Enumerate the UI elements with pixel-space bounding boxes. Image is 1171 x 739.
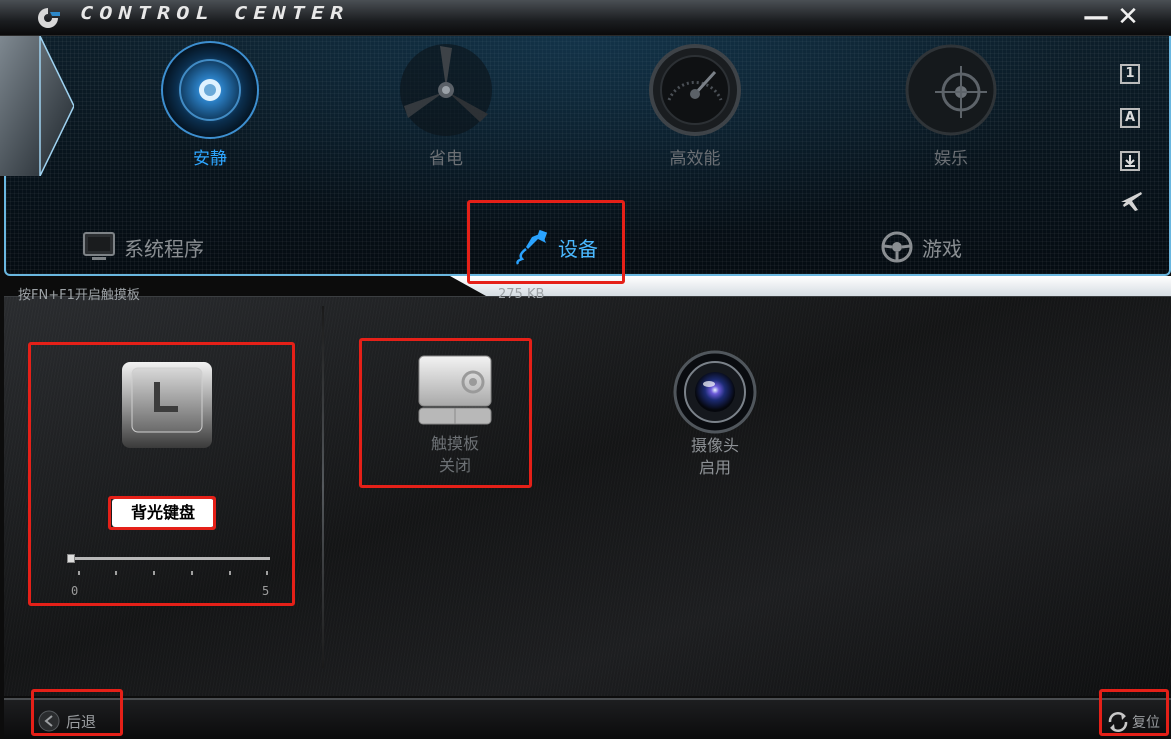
device-state: 关闭: [438, 456, 471, 475]
speaker-icon: [161, 41, 259, 139]
refresh-icon: [1108, 712, 1128, 732]
touchpad-hint: 按FN+F1开启触摸板: [18, 288, 140, 303]
camera-icon: [673, 350, 757, 434]
download-icon[interactable]: [1120, 151, 1140, 171]
back-button[interactable]: 后退: [38, 710, 96, 732]
device-name: 摄像头: [690, 436, 739, 455]
reset-button[interactable]: 复位: [1106, 710, 1160, 734]
tab-system-programs[interactable]: 系统程序: [82, 224, 204, 270]
profile-a-icon[interactable]: A: [1120, 108, 1140, 128]
devices-content-panel: [4, 296, 1171, 696]
close-button[interactable]: ✕: [1115, 2, 1141, 32]
slider-max-label: 5: [262, 584, 270, 598]
minimize-button[interactable]: —: [1083, 2, 1109, 32]
mode-quiet[interactable]: 安静: [150, 38, 270, 169]
tab-label: 游戏: [922, 236, 962, 261]
tab-label: 设备: [558, 236, 598, 261]
device-state: 启用: [698, 458, 731, 477]
mode-label: 安静: [193, 149, 227, 169]
slider-tick: [191, 571, 193, 575]
steering-wheel-icon: [881, 231, 913, 263]
mode-label: 高效能: [669, 149, 721, 169]
slider-tick: [266, 571, 268, 575]
title-bar: CONTROL CENTER — ✕: [0, 0, 1171, 36]
crosshair-icon: [905, 44, 997, 136]
mode-label: 省电: [429, 149, 463, 169]
tab-devices[interactable]: 设备: [512, 224, 598, 270]
left-arrow-icon[interactable]: [0, 36, 74, 176]
fan-icon: [400, 44, 492, 136]
mode-power-saving[interactable]: 省电: [386, 38, 506, 169]
app-title: CONTROL CENTER: [80, 4, 350, 24]
slider-tick: [78, 571, 80, 575]
backlight-slider-thumb[interactable]: [67, 554, 75, 563]
slider-tick: [153, 571, 155, 575]
app-logo-icon: [38, 8, 60, 28]
mode-high-performance[interactable]: 高效能: [635, 38, 755, 169]
usb-plug-icon: [516, 229, 548, 265]
device-name: 触摸板: [430, 434, 479, 453]
panel-divider: [322, 306, 324, 668]
keyboard-backlight-label: 背光键盘: [112, 499, 214, 527]
reset-label: 复位: [1132, 715, 1160, 731]
tab-label: 系统程序: [124, 236, 204, 261]
control-center-window: CONTROL CENTER — ✕ 安静 省电 高效能 娱乐 1 A 系统程序…: [0, 0, 1171, 739]
bottom-bar: [4, 698, 1171, 739]
category-tabs: 系统程序 设备 游戏: [4, 224, 1167, 274]
camera-toggle[interactable]: 摄像头 启用: [655, 350, 775, 478]
tab-games[interactable]: 游戏: [880, 224, 962, 270]
speedometer-icon: [649, 44, 741, 136]
slider-tick: [115, 571, 117, 575]
back-label: 后退: [66, 712, 97, 731]
backlight-slider-track[interactable]: [68, 557, 270, 560]
touchpad-icon: [418, 355, 492, 425]
slider-tick: [229, 571, 231, 575]
back-arrow-icon: [38, 710, 60, 732]
airplane-icon[interactable]: [1118, 188, 1144, 214]
size-label: 275 KB: [498, 287, 545, 302]
mode-entertainment[interactable]: 娱乐: [891, 38, 1011, 169]
monitor-icon: [83, 232, 115, 260]
keyboard-backlight-icon[interactable]: [120, 360, 214, 452]
tab-notch: [450, 276, 1171, 296]
profile-1-icon[interactable]: 1: [1120, 64, 1140, 84]
touchpad-toggle[interactable]: 触摸板 关闭: [395, 352, 515, 476]
slider-min-label: 0: [71, 584, 79, 598]
mode-label: 娱乐: [934, 149, 968, 169]
